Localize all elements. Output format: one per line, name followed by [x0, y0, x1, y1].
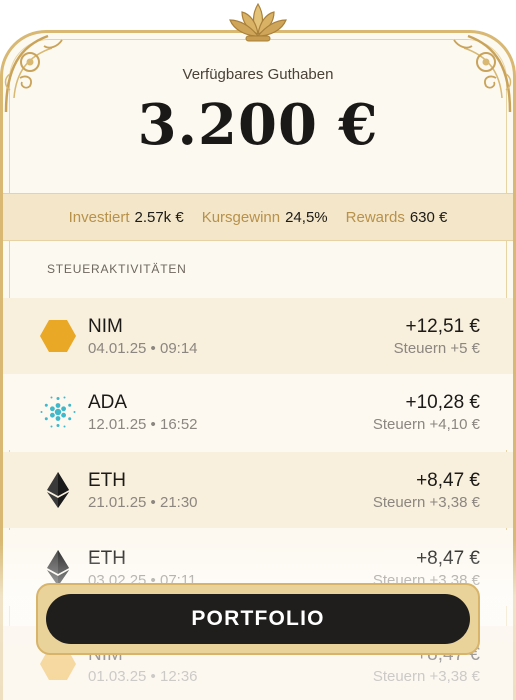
ethereum-icon: [47, 550, 69, 586]
stat-rewards: Rewards 630 €: [346, 209, 448, 226]
activity-tax: Steuern +3,38 €: [372, 668, 480, 685]
activity-amount: +8,47 €: [416, 548, 480, 569]
lotus-crown-icon: [229, 2, 287, 42]
stat-invested: Investiert 2.57k €: [69, 209, 184, 226]
activity-datetime: 01.03.25 • 12:36: [88, 668, 198, 685]
balance-label: Verfügbares Guthaben: [182, 66, 334, 83]
ethereum-icon: [47, 472, 69, 508]
stat-price-gain-value: 24,5%: [285, 208, 328, 226]
stat-rewards-value: 630 €: [409, 208, 448, 226]
activity-row[interactable]: ETH 21.01.25 • 21:30 +8,47 € Steuern +3,…: [3, 452, 513, 528]
activity-amount: +8,47 €: [416, 470, 480, 491]
activity-tax: Steuern +3,38 €: [372, 494, 480, 511]
activity-row[interactable]: NIM 04.01.25 • 09:14 +12,51 € Steuern +5…: [3, 298, 513, 374]
activity-row[interactable]: ADA 12.01.25 • 16:52 +10,28 € Steuern +4…: [3, 374, 513, 450]
balance-amount: 3.200 €: [137, 92, 379, 158]
activity-amount: +10,28 €: [405, 392, 481, 413]
stat-rewards-label: Rewards: [345, 208, 405, 226]
activity-datetime: 21.01.25 • 21:30: [88, 494, 198, 511]
section-title: STEUERAKTIVITÄTEN: [47, 262, 187, 276]
activity-tax: Steuern +4,10 €: [372, 416, 480, 433]
activity-coin: NIM: [88, 316, 123, 337]
activity-coin: ETH: [88, 548, 126, 569]
wallet-screen: Verfügbares Guthaben 3.200 € Investiert 2…: [0, 0, 516, 700]
activity-datetime: 04.01.25 • 09:14: [88, 340, 198, 357]
nimiq-hexagon-icon: [40, 320, 76, 352]
activity-coin: ADA: [88, 392, 128, 413]
portfolio-button-frame: PORTFOLIO: [36, 583, 480, 655]
stats-bar: Investiert 2.57k € Kursgewinn 24,5% Reward…: [3, 193, 513, 241]
cardano-icon: [40, 396, 76, 428]
activity-datetime: 12.01.25 • 16:52: [88, 416, 198, 433]
stat-invested-label: Investiert: [68, 208, 130, 226]
activity-amount: +12,51 €: [405, 316, 481, 337]
stat-price-gain-label: Kursgewinn: [201, 208, 281, 226]
stat-invested-value: 2.57k €: [134, 208, 184, 226]
stat-price-gain: Kursgewinn 24,5%: [202, 209, 328, 226]
activity-coin: ETH: [88, 470, 126, 491]
portfolio-button[interactable]: PORTFOLIO: [46, 594, 470, 644]
activity-tax: Steuern +5 €: [393, 340, 480, 357]
